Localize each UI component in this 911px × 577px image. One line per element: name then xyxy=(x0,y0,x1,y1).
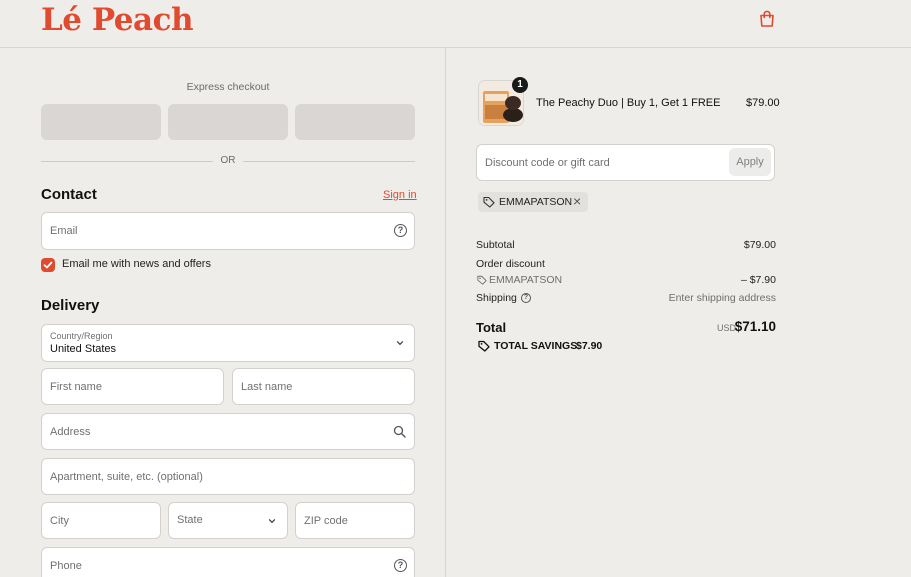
first-name-field[interactable]: First name xyxy=(41,368,224,405)
total-currency: USD xyxy=(716,323,736,333)
express-pay-button-3[interactable] xyxy=(295,104,415,140)
savings-label: TOTAL SAVINGS xyxy=(494,340,578,352)
email-placeholder: Email xyxy=(50,225,78,237)
checkmark-icon xyxy=(43,261,53,269)
chevron-down-icon xyxy=(396,341,404,346)
city-placeholder: City xyxy=(50,515,69,527)
address-field[interactable]: Address xyxy=(41,413,415,450)
shipping-label: Shipping xyxy=(476,292,517,304)
last-name-field[interactable]: Last name xyxy=(232,368,415,405)
address-placeholder: Address xyxy=(50,426,91,438)
express-pay-button-2[interactable] xyxy=(168,104,288,140)
country-select[interactable]: Country/Region United States xyxy=(41,324,415,362)
help-icon[interactable]: ? xyxy=(521,293,531,303)
marketing-checkbox[interactable] xyxy=(41,258,55,272)
applied-code-chip: EMMAPATSON × xyxy=(478,192,588,212)
contact-heading: Contact xyxy=(41,186,97,203)
state-placeholder: State xyxy=(177,514,203,526)
phone-placeholder: Phone xyxy=(50,560,82,572)
remove-code-icon[interactable]: × xyxy=(573,193,581,209)
separator-line-right xyxy=(243,161,415,162)
product-name: The Peachy Duo | Buy 1, Get 1 FREE xyxy=(536,97,721,109)
apartment-placeholder: Apartment, suite, etc. (optional) xyxy=(50,471,203,483)
shopping-bag-icon[interactable] xyxy=(759,10,775,28)
subtotal-label: Subtotal xyxy=(476,239,515,251)
city-field[interactable]: City xyxy=(41,502,161,539)
search-icon xyxy=(393,425,406,438)
total-label: Total xyxy=(476,320,507,335)
sign-in-link[interactable]: Sign in xyxy=(383,189,417,201)
express-checkout-title: Express checkout xyxy=(186,81,270,93)
or-separator: OR xyxy=(41,155,415,169)
product-price: $79.00 xyxy=(746,97,780,109)
tag-icon xyxy=(483,196,495,208)
shipping-value: Enter shipping address xyxy=(668,292,776,304)
last-name-placeholder: Last name xyxy=(241,381,293,393)
zip-field[interactable]: ZIP code xyxy=(295,502,415,539)
express-pay-button-1[interactable] xyxy=(41,104,161,140)
tag-icon xyxy=(478,340,490,352)
tag-icon xyxy=(477,275,487,285)
discount-code-label: EMMAPATSON xyxy=(489,274,563,286)
applied-code-text: EMMAPATSON xyxy=(499,196,573,208)
zip-placeholder: ZIP code xyxy=(304,515,348,527)
quantity-badge: 1 xyxy=(512,77,528,93)
country-value: United States xyxy=(50,343,117,355)
order-summary: 1 The Peachy Duo | Buy 1, Get 1 FREE $79… xyxy=(446,48,911,577)
discount-placeholder: Discount code or gift card xyxy=(485,157,610,169)
country-label: Country/Region xyxy=(50,331,113,341)
delivery-heading: Delivery xyxy=(41,297,100,314)
total-value: $71.10 xyxy=(734,319,776,334)
subtotal-value: $79.00 xyxy=(743,239,776,251)
apply-discount-button[interactable]: Apply xyxy=(729,148,771,176)
marketing-label: Email me with news and offers xyxy=(62,258,211,270)
phone-field[interactable]: Phone ? xyxy=(41,547,415,577)
savings-value: $7.90 xyxy=(576,340,603,352)
help-icon[interactable]: ? xyxy=(394,559,407,572)
help-icon[interactable]: ? xyxy=(394,224,407,237)
email-field[interactable]: Email ? xyxy=(41,212,415,250)
apartment-field[interactable]: Apartment, suite, etc. (optional) xyxy=(41,458,415,495)
chevron-down-icon xyxy=(268,519,276,524)
checkout-form: Express checkout OR Contact Sign in Emai… xyxy=(0,48,445,577)
first-name-placeholder: First name xyxy=(50,381,102,393)
order-discount-label: Order discount xyxy=(476,258,545,270)
state-select[interactable]: State xyxy=(168,502,288,539)
brand-logo[interactable]: Lé Peach xyxy=(41,2,194,38)
site-header: Lé Peach xyxy=(0,0,911,48)
discount-value: – $7.90 xyxy=(740,274,776,286)
